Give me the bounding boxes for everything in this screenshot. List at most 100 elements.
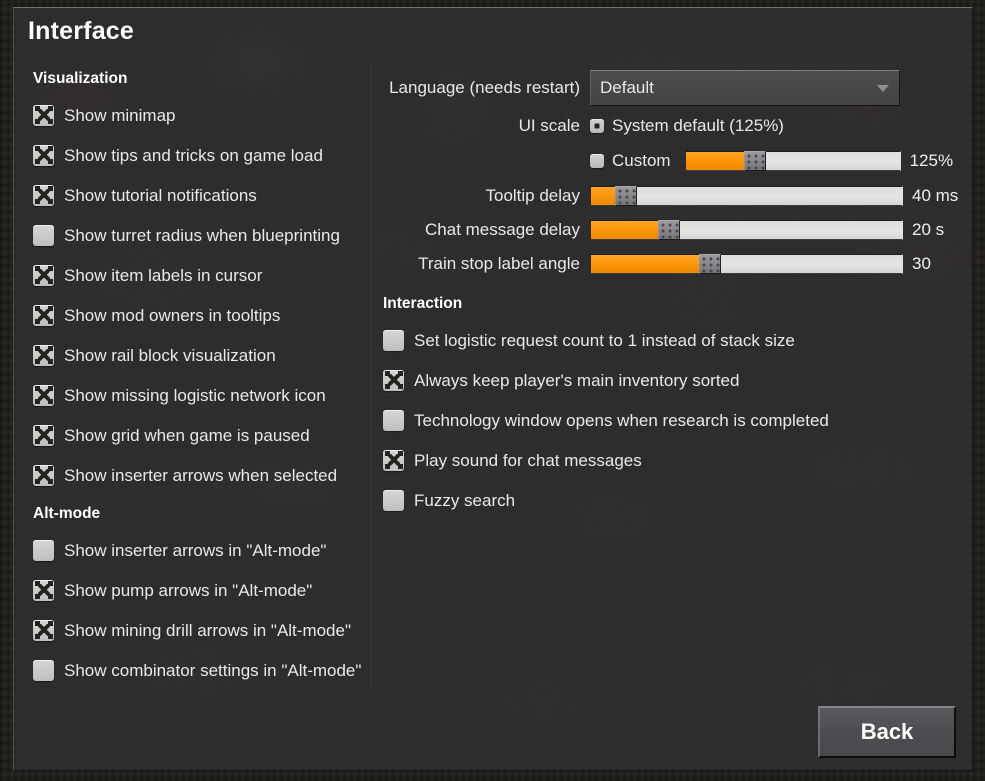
slider-fill xyxy=(591,255,700,273)
setting-show-missing-logistic-network-icon[interactable]: Show missing logistic network icon xyxy=(23,375,371,415)
checkbox-checked-icon[interactable] xyxy=(383,369,404,391)
setting-show-tips-and-tricks[interactable]: Show tips and tricks on game load xyxy=(23,135,371,175)
ui-scale-system-default-row: UI scale System default (125%) xyxy=(382,109,960,143)
right-settings-column: Language (needs restart) Default UI scal… xyxy=(372,60,972,690)
slider-handle[interactable] xyxy=(658,220,681,240)
setting-label: Show inserter arrows when selected xyxy=(64,465,338,485)
setting-show-item-labels-in-cursor[interactable]: Show item labels in cursor xyxy=(23,255,371,295)
setting-alt-combinator-settings[interactable]: Show combinator settings in "Alt-mode" xyxy=(23,650,371,690)
chat-message-delay-label: Chat message delay xyxy=(425,220,580,239)
checkbox-unchecked-icon[interactable] xyxy=(383,329,404,351)
language-label: Language (needs restart) xyxy=(389,78,580,97)
checkbox-checked-icon[interactable] xyxy=(33,144,54,166)
left-settings-column: Visualization Show minimap Show tips and… xyxy=(14,60,372,690)
setting-label: Set logistic request count to 1 instead … xyxy=(414,330,795,350)
checkbox-checked-icon[interactable] xyxy=(33,184,54,206)
back-button[interactable]: Back xyxy=(818,706,956,758)
train-stop-label-angle-label: Train stop label angle xyxy=(418,254,580,273)
language-row: Language (needs restart) Default xyxy=(382,67,960,109)
train-stop-label-angle-slider[interactable] xyxy=(590,254,903,274)
setting-show-mod-owners-in-tooltips[interactable]: Show mod owners in tooltips xyxy=(23,295,371,335)
interface-settings-panel: Interface Visualization Show minimap Sho… xyxy=(13,7,973,771)
checkbox-checked-icon[interactable] xyxy=(33,304,54,326)
checkbox-unchecked-icon[interactable] xyxy=(33,659,54,681)
setting-show-inserter-arrows-when-selected[interactable]: Show inserter arrows when selected xyxy=(23,455,371,495)
chat-message-delay-row: Chat message delay 20 s xyxy=(382,213,960,247)
checkbox-checked-icon[interactable] xyxy=(33,619,54,641)
setting-show-minimap[interactable]: Show minimap xyxy=(23,95,371,135)
setting-label: Fuzzy search xyxy=(414,490,516,510)
ui-scale-custom-slider[interactable] xyxy=(684,151,901,171)
setting-label: Show pump arrows in "Alt-mode" xyxy=(64,580,313,600)
checkbox-checked-icon[interactable] xyxy=(33,264,54,286)
setting-label: Show combinator settings in "Alt-mode" xyxy=(64,660,362,680)
radio-system-default-label: System default (125%) xyxy=(612,116,784,135)
checkbox-checked-icon[interactable] xyxy=(33,424,54,446)
setting-alt-pump-arrows[interactable]: Show pump arrows in "Alt-mode" xyxy=(23,570,371,610)
train-stop-label-angle-value: 30 xyxy=(912,254,931,273)
setting-fuzzy-search[interactable]: Fuzzy search xyxy=(382,480,960,520)
ui-scale-label: UI scale xyxy=(518,116,580,135)
checkbox-checked-icon[interactable] xyxy=(33,579,54,601)
setting-logistic-request-count-one[interactable]: Set logistic request count to 1 instead … xyxy=(382,320,960,360)
radio-system-default[interactable] xyxy=(590,119,604,133)
radio-custom[interactable] xyxy=(590,154,604,168)
train-stop-label-angle-row: Train stop label angle 30 xyxy=(382,247,960,281)
setting-show-turret-radius[interactable]: Show turret radius when blueprinting xyxy=(23,215,371,255)
settings-columns: Visualization Show minimap Show tips and… xyxy=(14,60,972,690)
setting-show-grid-when-paused[interactable]: Show grid when game is paused xyxy=(23,415,371,455)
setting-show-rail-block-visualization[interactable]: Show rail block visualization xyxy=(23,335,371,375)
chat-message-delay-slider[interactable] xyxy=(590,220,903,240)
language-dropdown[interactable]: Default xyxy=(590,70,900,106)
section-heading-visualization: Visualization xyxy=(33,70,128,87)
radio-custom-label: Custom xyxy=(612,151,671,170)
chat-message-delay-value: 20 s xyxy=(912,220,945,239)
setting-play-sound-for-chat[interactable]: Play sound for chat messages xyxy=(382,440,960,480)
checkbox-unchecked-icon[interactable] xyxy=(33,224,54,246)
setting-label: Show mining drill arrows in "Alt-mode" xyxy=(64,620,351,640)
checkbox-unchecked-icon[interactable] xyxy=(383,489,404,511)
checkbox-checked-icon[interactable] xyxy=(33,104,54,126)
setting-label: Play sound for chat messages xyxy=(414,450,642,470)
checkbox-checked-icon[interactable] xyxy=(33,384,54,406)
setting-label: Show rail block visualization xyxy=(64,345,276,365)
setting-label: Always keep player's main inventory sort… xyxy=(414,370,740,390)
setting-label: Technology window opens when research is… xyxy=(414,410,829,430)
section-heading-alt-mode: Alt-mode xyxy=(33,505,101,522)
setting-label: Show tutorial notifications xyxy=(64,185,257,205)
slider-fill xyxy=(685,152,746,170)
checkbox-checked-icon[interactable] xyxy=(33,464,54,486)
tooltip-delay-slider[interactable] xyxy=(590,186,903,206)
setting-label: Show missing logistic network icon xyxy=(64,385,326,405)
setting-label: Show turret radius when blueprinting xyxy=(64,225,340,245)
ui-scale-custom-value: 125% xyxy=(909,151,954,170)
setting-label: Show item labels in cursor xyxy=(64,265,263,285)
setting-keep-inventory-sorted[interactable]: Always keep player's main inventory sort… xyxy=(382,360,960,400)
tooltip-delay-label: Tooltip delay xyxy=(485,186,580,205)
setting-label: Show grid when game is paused xyxy=(64,425,310,445)
page-title: Interface xyxy=(28,17,135,45)
setting-technology-window-opens[interactable]: Technology window opens when research is… xyxy=(382,400,960,440)
slider-handle[interactable] xyxy=(744,151,767,171)
footer: Back xyxy=(14,690,972,770)
setting-show-tutorial-notifications[interactable]: Show tutorial notifications xyxy=(23,175,371,215)
checkbox-unchecked-icon[interactable] xyxy=(33,539,54,561)
setting-label: Show minimap xyxy=(64,105,176,125)
setting-alt-inserter-arrows[interactable]: Show inserter arrows in "Alt-mode" xyxy=(23,530,371,570)
tooltip-delay-row: Tooltip delay 40 ms xyxy=(382,179,960,213)
setting-label: Show mod owners in tooltips xyxy=(64,305,281,325)
tooltip-delay-value: 40 ms xyxy=(912,186,959,205)
slider-handle[interactable] xyxy=(698,254,721,274)
setting-label: Show inserter arrows in "Alt-mode" xyxy=(64,540,327,560)
checkbox-checked-icon[interactable] xyxy=(383,449,404,471)
ui-scale-custom-row: Custom 125% xyxy=(382,143,960,179)
slider-fill xyxy=(591,221,660,239)
checkbox-checked-icon[interactable] xyxy=(33,344,54,366)
setting-label: Show tips and tricks on game load xyxy=(64,145,323,165)
checkbox-unchecked-icon[interactable] xyxy=(383,409,404,431)
slider-fill xyxy=(591,187,616,205)
chevron-down-icon xyxy=(877,84,889,92)
setting-alt-mining-drill-arrows[interactable]: Show mining drill arrows in "Alt-mode" xyxy=(23,610,371,650)
slider-handle[interactable] xyxy=(614,186,637,206)
language-selected-value: Default xyxy=(600,78,654,97)
